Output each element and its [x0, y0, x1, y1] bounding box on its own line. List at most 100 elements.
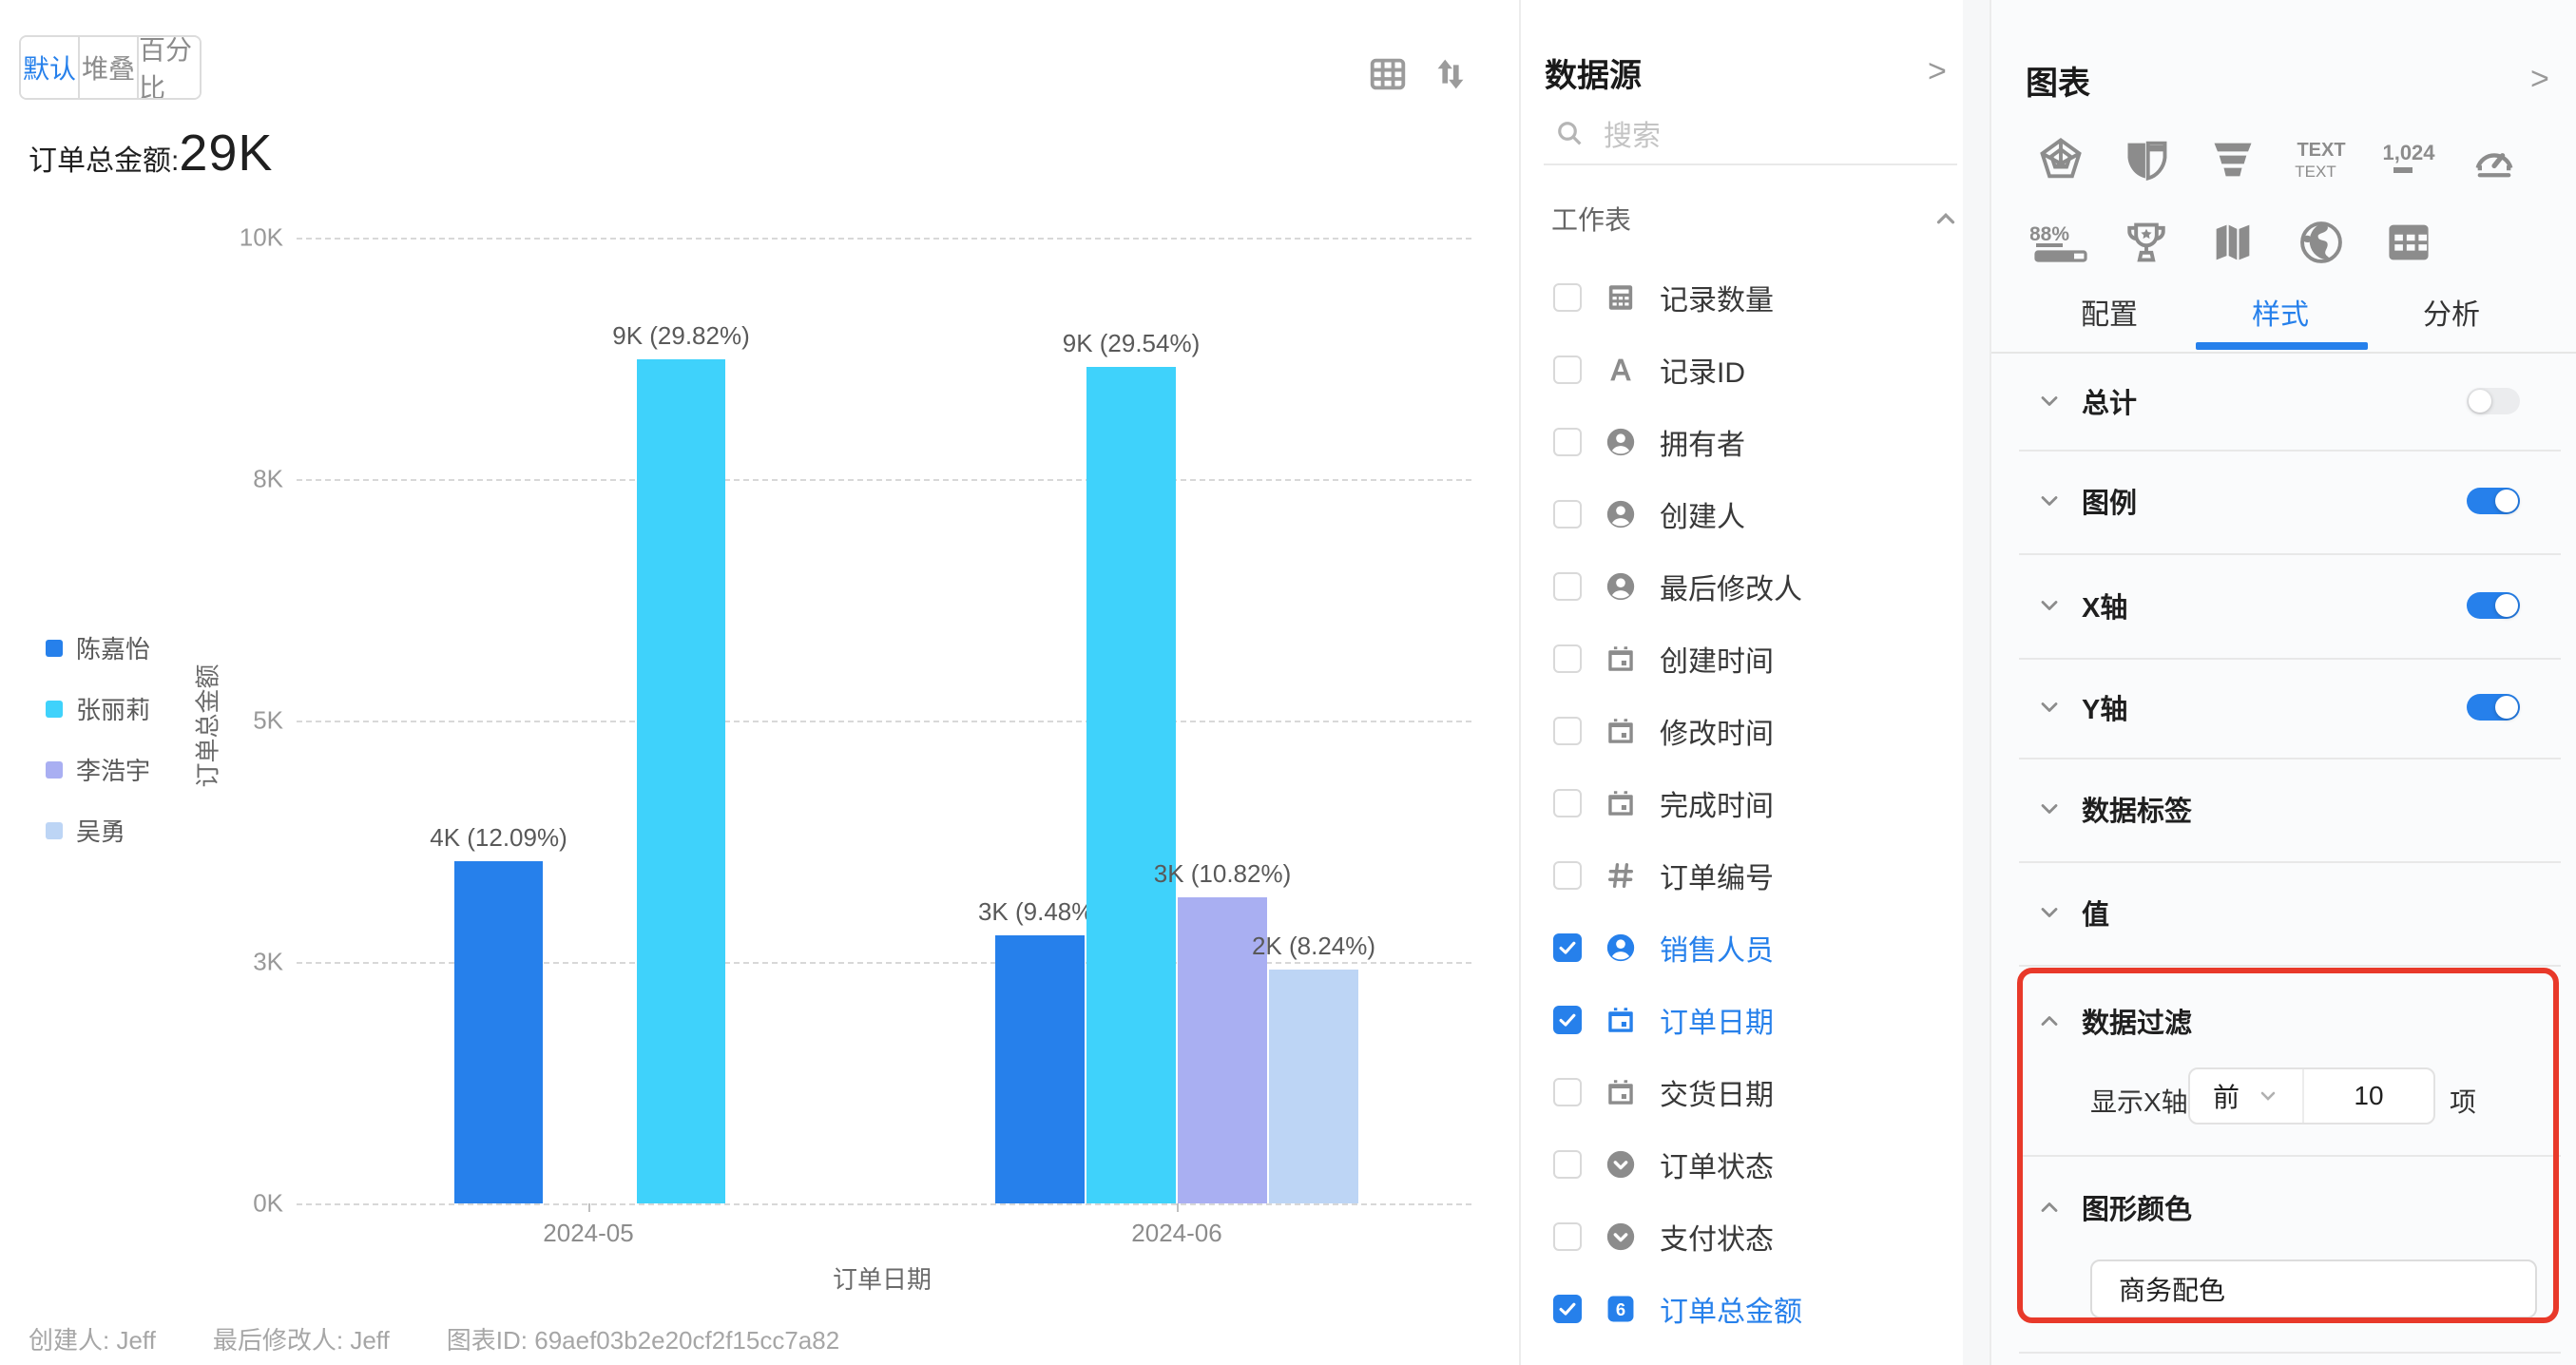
- collapse-panel-icon[interactable]: >: [2530, 61, 2549, 98]
- toggle-总计[interactable]: [2467, 388, 2520, 414]
- view-tab-1[interactable]: 默认: [21, 37, 80, 98]
- field-checkbox[interactable]: [1553, 1078, 1582, 1106]
- field-row-创建人[interactable]: 创建人: [1521, 478, 1991, 550]
- map-icon[interactable]: [2195, 214, 2271, 271]
- legend-item[interactable]: 李浩宇: [46, 752, 150, 787]
- section-divider: [2019, 450, 2561, 452]
- field-checkbox[interactable]: [1553, 644, 1582, 673]
- collapse-panel-icon[interactable]: >: [1928, 53, 1947, 90]
- field-row-最后修改人[interactable]: 最后修改人: [1521, 550, 1991, 623]
- field-row-记录数量[interactable]: 记录数量: [1521, 261, 1991, 334]
- field-row-订单日期[interactable]: 订单日期: [1521, 984, 1991, 1056]
- field-checkbox[interactable]: [1553, 1295, 1582, 1323]
- chevron-up-icon: [2036, 1008, 2063, 1034]
- filter-count-input[interactable]: 10: [2304, 1081, 2433, 1111]
- calendar-icon: [1605, 1004, 1637, 1036]
- view-tab-3[interactable]: 百分比: [139, 37, 200, 98]
- field-checkbox[interactable]: [1553, 283, 1582, 312]
- text-a-icon: [1605, 354, 1637, 386]
- color-palette-select[interactable]: 商务配色: [2090, 1259, 2537, 1318]
- field-row-支付状态[interactable]: 支付状态: [1521, 1201, 1991, 1273]
- bar-陈嘉怡-2024-05[interactable]: [454, 861, 543, 1203]
- field-checkbox[interactable]: [1553, 500, 1582, 529]
- globe-icon[interactable]: [2283, 214, 2359, 271]
- field-label: 支付状态: [1660, 1216, 1774, 1258]
- section-X轴[interactable]: X轴: [1991, 577, 2576, 634]
- field-row-修改时间[interactable]: 修改时间: [1521, 695, 1991, 767]
- chevron-down-icon: [2036, 388, 2063, 414]
- legend-item[interactable]: 陈嘉怡: [46, 630, 150, 665]
- section-图例[interactable]: 图例: [1991, 472, 2576, 529]
- chevron-down-icon: [2036, 899, 2063, 926]
- table-grid-icon[interactable]: [2371, 214, 2447, 271]
- bar-张丽莉-2024-06[interactable]: [1086, 367, 1176, 1203]
- svg-text:TEXT: TEXT: [2295, 163, 2336, 181]
- gauge-icon[interactable]: [2456, 131, 2532, 188]
- worksheet-group-header[interactable]: 工作表: [1551, 200, 1960, 238]
- field-checkbox[interactable]: [1553, 789, 1582, 817]
- field-row-完成时间[interactable]: 完成时间: [1521, 767, 1991, 839]
- tab-分析[interactable]: 分析: [2423, 291, 2480, 333]
- field-row-拥有者[interactable]: 拥有者: [1521, 406, 1991, 478]
- field-checkbox[interactable]: [1553, 1222, 1582, 1251]
- gridline: [297, 721, 1471, 722]
- field-checkbox[interactable]: [1553, 1006, 1582, 1034]
- chevron-down-icon: [2036, 488, 2063, 514]
- view-tab-2[interactable]: 堆叠: [80, 37, 139, 98]
- field-row-交货日期[interactable]: 交货日期: [1521, 1056, 1991, 1128]
- shield-icon[interactable]: [2108, 131, 2184, 188]
- section-label: 数据过滤: [2082, 1001, 2192, 1041]
- number-icon[interactable]: 1,024: [2371, 131, 2447, 188]
- field-checkbox[interactable]: [1553, 428, 1582, 456]
- section-Y轴[interactable]: Y轴: [1991, 679, 2576, 736]
- funnel-icon[interactable]: [2195, 131, 2271, 188]
- trophy-icon[interactable]: [2108, 214, 2184, 271]
- legend-item[interactable]: 吴勇: [46, 813, 125, 848]
- field-checkbox[interactable]: [1553, 933, 1582, 962]
- field-checkbox[interactable]: [1553, 572, 1582, 601]
- legend-series-name: 吴勇: [76, 813, 125, 848]
- tab-配置[interactable]: 配置: [2081, 291, 2138, 333]
- section-label: 图例: [2082, 481, 2137, 521]
- field-row-订单总金额[interactable]: 6订单总金额: [1521, 1273, 1991, 1345]
- field-row-销售人员[interactable]: 销售人员: [1521, 912, 1991, 984]
- search-input[interactable]: 搜索: [1554, 112, 1661, 154]
- field-row-记录ID[interactable]: 记录ID: [1521, 334, 1991, 406]
- sort-icon[interactable]: [1429, 52, 1472, 96]
- field-label: 订单日期: [1660, 999, 1774, 1041]
- field-checkbox[interactable]: [1553, 1150, 1582, 1179]
- radar-icon[interactable]: [2023, 131, 2099, 188]
- show-x-axis-label: 显示X轴: [2090, 1082, 2188, 1120]
- toggle-Y轴[interactable]: [2467, 694, 2520, 721]
- calculator-icon: [1605, 281, 1637, 314]
- toggle-X轴[interactable]: [2467, 592, 2520, 619]
- bar-陈嘉怡-2024-06[interactable]: [995, 935, 1085, 1203]
- legend-item[interactable]: 张丽莉: [46, 691, 150, 726]
- field-checkbox[interactable]: [1553, 356, 1582, 384]
- section-总计[interactable]: 总计: [1991, 373, 2576, 430]
- field-row-订单编号[interactable]: 订单编号: [1521, 839, 1991, 912]
- section-数据标签[interactable]: 数据标签: [1991, 780, 2576, 837]
- field-row-订单状态[interactable]: 订单状态: [1521, 1128, 1991, 1201]
- chart-title: 订单总金额: 29K: [29, 124, 273, 183]
- section-值[interactable]: 值: [1991, 884, 2576, 941]
- field-checkbox[interactable]: [1553, 717, 1582, 745]
- section-图形颜色[interactable]: 图形颜色: [1991, 1179, 2576, 1236]
- field-checkbox[interactable]: [1553, 861, 1582, 890]
- field-label: 创建时间: [1660, 638, 1774, 680]
- section-数据过滤[interactable]: 数据过滤: [1991, 992, 2576, 1049]
- section-label: 数据标签: [2082, 789, 2192, 829]
- text-icon[interactable]: TEXTTEXT: [2283, 131, 2359, 188]
- calendar-icon: [1605, 787, 1637, 819]
- style-panel-tabs: 配置样式分析: [1991, 283, 2576, 329]
- table-icon[interactable]: [1366, 52, 1410, 96]
- bar-吴勇-2024-06[interactable]: [1269, 970, 1358, 1203]
- bar-张丽莉-2024-05[interactable]: [637, 359, 725, 1203]
- tab-样式[interactable]: 样式: [2252, 291, 2309, 333]
- field-row-创建时间[interactable]: 创建时间: [1521, 623, 1991, 695]
- data-source-title: 数据源: [1545, 49, 1642, 96]
- toggle-knob: [2495, 490, 2518, 512]
- filter-direction-dropdown[interactable]: 前: [2190, 1069, 2304, 1123]
- toggle-图例[interactable]: [2467, 488, 2520, 514]
- progress-icon[interactable]: 88%: [2023, 214, 2099, 271]
